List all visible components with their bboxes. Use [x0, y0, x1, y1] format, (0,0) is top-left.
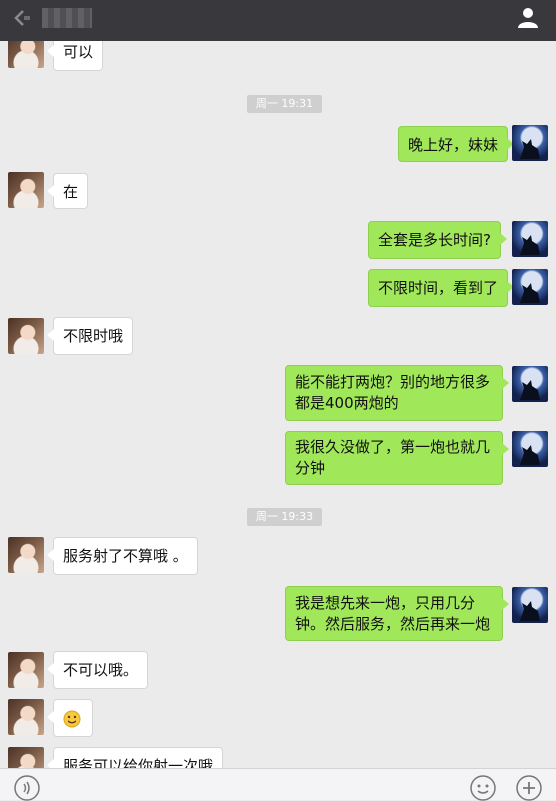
my-avatar[interactable]: [512, 221, 548, 257]
sent-message[interactable]: 晚上好，妹妹: [398, 126, 515, 162]
sent-message[interactable]: 我很久没做了，第一炮也就几 分钟: [285, 431, 509, 485]
message-text: 可以: [63, 43, 94, 61]
message-text: 不限时间，看到了: [378, 279, 499, 297]
message-text-line: 我是想先来一炮，只用几分: [295, 594, 476, 612]
message-text: 全套是多长时间?: [378, 231, 491, 249]
received-message[interactable]: 服务可以给你射一次哦: [46, 747, 224, 768]
emoji-icon[interactable]: [470, 775, 496, 801]
wolf-silhouette-icon: [520, 380, 540, 400]
received-message[interactable]: 可以: [46, 41, 104, 71]
message-text: 晚上好，妹妹: [408, 136, 499, 154]
received-message[interactable]: 服务射了不算哦 。: [47, 537, 198, 575]
message-text: 服务可以给你射一次哦: [63, 757, 214, 768]
received-message[interactable]: [47, 699, 93, 737]
chat-area[interactable]: 可以 周一 19:31 晚上好，妹妹 在 全套是多长时间? 不限时间，看到了 不…: [0, 41, 556, 768]
sent-message[interactable]: 能不能打两炮？别的地方很多 都是400两炮的: [285, 365, 509, 421]
contact-avatar[interactable]: [8, 747, 44, 768]
wolf-silhouette-icon: [520, 445, 540, 465]
wolf-silhouette-icon: [520, 283, 540, 303]
blurred-chat-title: [42, 8, 92, 28]
contact-avatar[interactable]: [8, 537, 44, 573]
contact-avatar[interactable]: [8, 318, 44, 354]
person-icon[interactable]: [516, 5, 540, 29]
my-avatar[interactable]: [512, 366, 548, 402]
received-message[interactable]: 不限时哦: [46, 317, 134, 355]
message-text: 在: [63, 183, 79, 201]
contact-avatar[interactable]: [8, 652, 44, 688]
input-bar: [0, 768, 556, 801]
message-text-line: 能不能打两炮？别的地方很多: [295, 373, 491, 391]
received-message[interactable]: 在: [46, 173, 89, 209]
sent-message[interactable]: 不限时间，看到了: [368, 269, 515, 307]
message-text: 服务射了不算哦 。: [63, 547, 188, 565]
top-bar: [0, 0, 556, 41]
message-text: 不限时哦: [63, 327, 124, 345]
message-text: 不可以哦。: [63, 661, 139, 679]
my-avatar[interactable]: [512, 125, 548, 161]
plus-icon[interactable]: [516, 775, 542, 801]
my-avatar[interactable]: [512, 431, 548, 467]
timestamp: 周一 19:31: [247, 95, 322, 113]
voice-icon[interactable]: [14, 775, 40, 801]
contact-avatar[interactable]: [8, 41, 44, 68]
my-avatar[interactable]: [512, 587, 548, 623]
message-text-line: 钟。然后服务，然后再来一炮: [295, 615, 491, 633]
smile-emoji-icon: [63, 710, 81, 727]
my-avatar[interactable]: [512, 269, 548, 305]
wolf-silhouette-icon: [520, 139, 540, 159]
wolf-silhouette-icon: [520, 601, 540, 621]
message-text-line: 我很久没做了，第一炮也就几: [295, 438, 491, 456]
received-message[interactable]: 不可以哦。: [46, 651, 149, 689]
sent-message[interactable]: 我是想先来一炮，只用几分 钟。然后服务，然后再来一炮: [285, 586, 509, 641]
back-arrow-icon[interactable]: [10, 7, 32, 29]
message-text-line: 分钟: [295, 459, 326, 477]
timestamp: 周一 19:33: [247, 508, 322, 526]
sent-message[interactable]: 全套是多长时间?: [368, 221, 507, 259]
message-text-line: 都是400两炮的: [295, 394, 399, 412]
contact-avatar[interactable]: [8, 172, 44, 208]
wolf-silhouette-icon: [520, 235, 540, 255]
contact-avatar[interactable]: [8, 699, 44, 735]
